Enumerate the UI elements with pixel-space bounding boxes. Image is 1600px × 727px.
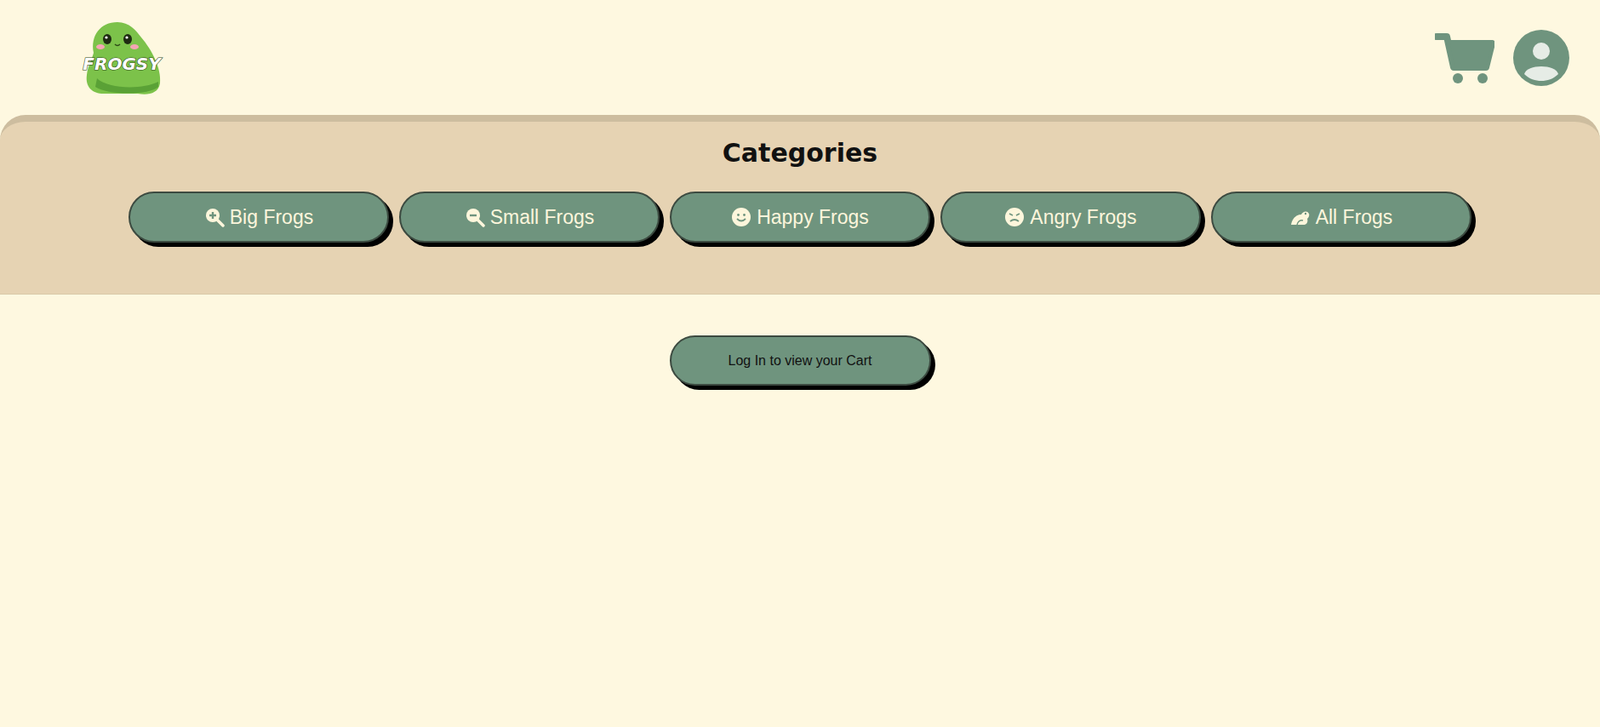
header-actions xyxy=(1434,29,1570,86)
zoom-in-icon xyxy=(204,206,225,228)
frogsy-logo-icon[interactable]: FROGSY xyxy=(81,18,166,98)
frog-icon xyxy=(1290,206,1311,228)
category-button[interactable]: Happy Frogs xyxy=(669,191,931,243)
header: FROGSY xyxy=(0,0,1600,115)
happy-face-icon xyxy=(731,206,752,228)
category-label: Angry Frogs xyxy=(1029,205,1137,229)
category-button[interactable]: All Frogs xyxy=(1211,191,1472,243)
categories-title: Categories xyxy=(722,137,878,170)
category-button[interactable]: Small Frogs xyxy=(399,191,660,243)
category-button[interactable]: Angry Frogs xyxy=(940,191,1201,243)
category-label: Big Frogs xyxy=(229,205,314,229)
cart-content: Log In to view your Cart xyxy=(0,294,1600,386)
angry-face-icon xyxy=(1004,206,1025,228)
categories-panel: Categories Big Frogs Small Frogs Happy Frog… xyxy=(0,114,1600,295)
logo-text: FROGSY xyxy=(82,53,163,75)
login-button[interactable]: Log In to view your Cart xyxy=(669,335,932,386)
zoom-out-icon xyxy=(464,206,486,228)
cart-icon[interactable] xyxy=(1434,31,1495,85)
category-label: Small Frogs xyxy=(490,205,595,229)
category-label: Happy Frogs xyxy=(756,205,869,229)
category-label: All Frogs xyxy=(1315,205,1394,229)
profile-icon[interactable] xyxy=(1513,29,1570,86)
page: FROGSY Categories Big Frogs Small Frogs Happ… xyxy=(0,0,1600,727)
category-list: Big Frogs Small Frogs Happy Frogs Angry Fro… xyxy=(128,191,1472,243)
category-button[interactable]: Big Frogs xyxy=(128,191,389,243)
